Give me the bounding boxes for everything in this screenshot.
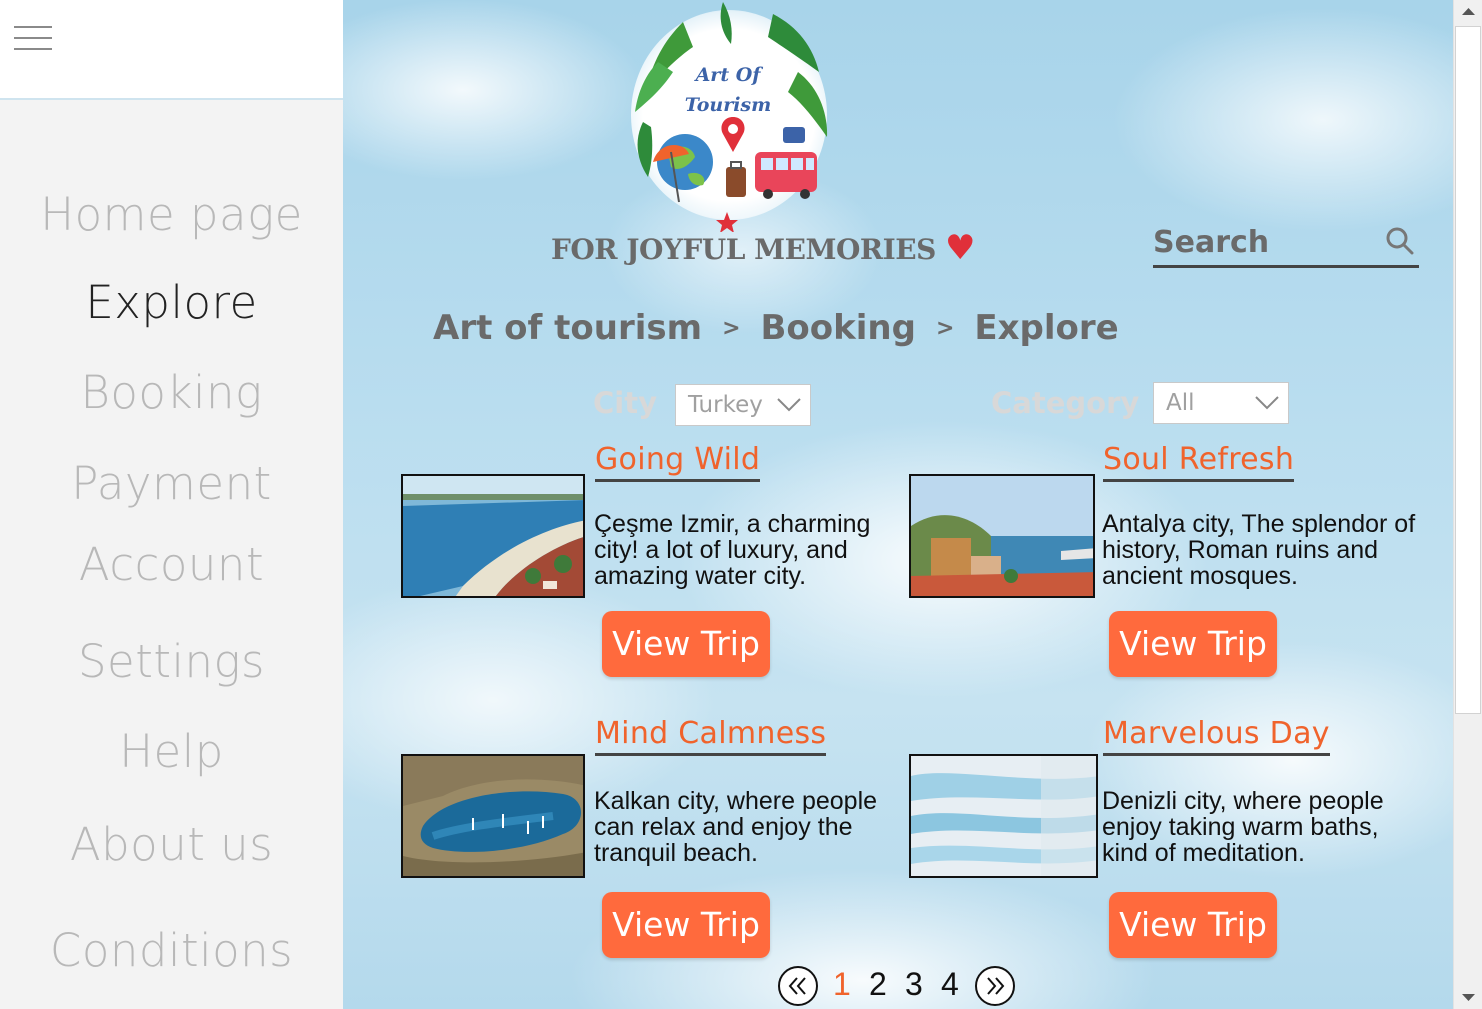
card-image-soul-refresh[interactable] [909, 474, 1095, 598]
card-image-marvelous-day[interactable] [909, 754, 1098, 878]
sidebar-header [0, 0, 343, 100]
card-title-marvelous-day[interactable]: Marvelous Day [1103, 716, 1330, 756]
sidebar-item-home-page[interactable]: Home page [0, 188, 343, 241]
sidebar-item-payment[interactable]: Payment [0, 457, 343, 510]
sidebar-item-explore[interactable]: Explore [0, 276, 343, 329]
next-page-button[interactable] [975, 966, 1015, 1006]
city-select[interactable]: Turkey [675, 384, 811, 426]
view-trip-button-soul-refresh[interactable]: View Trip [1109, 611, 1277, 677]
card-description-mind-calmness: Kalkan city, where people can relax and … [594, 787, 878, 867]
sidebar-item-help[interactable]: Help [0, 725, 343, 778]
breadcrumb-item-booking[interactable]: Booking [761, 308, 916, 348]
previous-page-button[interactable] [778, 966, 818, 1006]
card-image-mind-calmness[interactable] [401, 754, 585, 878]
pagination: 1 2 3 4 [778, 966, 1028, 1008]
card-description-marvelous-day: Denizli city, where people enjoy taking … [1102, 787, 1384, 867]
breadcrumb-separator: > [935, 316, 955, 341]
logo-line-1: Art Of [695, 64, 761, 86]
view-trip-button-going-wild[interactable]: View Trip [602, 611, 770, 677]
breadcrumb-separator: > [722, 316, 741, 341]
card-image-going-wild[interactable] [401, 474, 585, 598]
breadcrumb-item-art-of-tourism[interactable]: Art of tourism [433, 308, 702, 348]
art-of-tourism-logo: Art Of Tourism [623, 2, 833, 232]
tagline-text: FOR JOYFUL MEMORIES [551, 233, 936, 266]
view-trip-button-mind-calmness[interactable]: View Trip [602, 892, 770, 958]
city-filter-label: City [593, 386, 657, 420]
breadcrumb-item-explore[interactable]: Explore [974, 308, 1118, 348]
category-filter-label: Category [991, 386, 1140, 420]
category-select-value: All [1166, 390, 1195, 416]
sidebar: Home page Explore Booking Payment Accoun… [0, 0, 343, 1009]
search-icon[interactable] [1385, 226, 1415, 256]
card-description-soul-refresh: Antalya city, The splendor of history, R… [1102, 510, 1416, 590]
page-2[interactable]: 2 [869, 966, 887, 1003]
scroll-up-arrow-icon[interactable] [1454, 0, 1482, 24]
page-4[interactable]: 4 [941, 966, 959, 1003]
sidebar-item-settings[interactable]: Settings [0, 635, 343, 688]
sidebar-item-conditions[interactable]: Conditions [0, 924, 343, 977]
heart-icon: ♥ [945, 228, 976, 268]
sidebar-item-booking[interactable]: Booking [0, 366, 343, 419]
double-chevron-left-icon [788, 977, 806, 995]
sidebar-item-about-us[interactable]: About us [0, 818, 343, 871]
search-input[interactable] [1153, 220, 1373, 264]
breadcrumb: Art of tourism > Booking > Explore [433, 308, 1119, 348]
view-trip-button-marvelous-day[interactable]: View Trip [1109, 892, 1277, 958]
city-select-value: Turkey [688, 392, 763, 418]
sidebar-item-account[interactable]: Account [0, 538, 343, 591]
vertical-scrollbar[interactable] [1453, 0, 1482, 1009]
scroll-down-arrow-icon[interactable] [1454, 985, 1482, 1009]
category-select[interactable]: All [1153, 382, 1289, 424]
main-content: Art Of Tourism FOR JOYFUL MEMORIES ♥ Art… [343, 0, 1453, 1009]
page-1[interactable]: 1 [833, 966, 851, 1003]
card-title-mind-calmness[interactable]: Mind Calmness [595, 716, 827, 756]
chevron-down-icon [777, 398, 801, 412]
hamburger-menu-icon[interactable] [14, 26, 54, 56]
scrollbar-thumb[interactable] [1455, 26, 1481, 714]
card-title-soul-refresh[interactable]: Soul Refresh [1103, 442, 1295, 482]
double-chevron-right-icon [987, 977, 1005, 995]
search-box [1153, 220, 1419, 268]
logo-line-2: Tourism [684, 94, 772, 116]
card-description-going-wild: Çeşme Izmir, a charming city! a lot of l… [594, 510, 871, 590]
logo-title: Art Of Tourism [673, 60, 783, 120]
chevron-down-icon [1255, 396, 1279, 410]
tagline: FOR JOYFUL MEMORIES ♥ [551, 228, 976, 268]
card-title-going-wild[interactable]: Going Wild [595, 442, 761, 482]
page-3[interactable]: 3 [905, 966, 923, 1003]
